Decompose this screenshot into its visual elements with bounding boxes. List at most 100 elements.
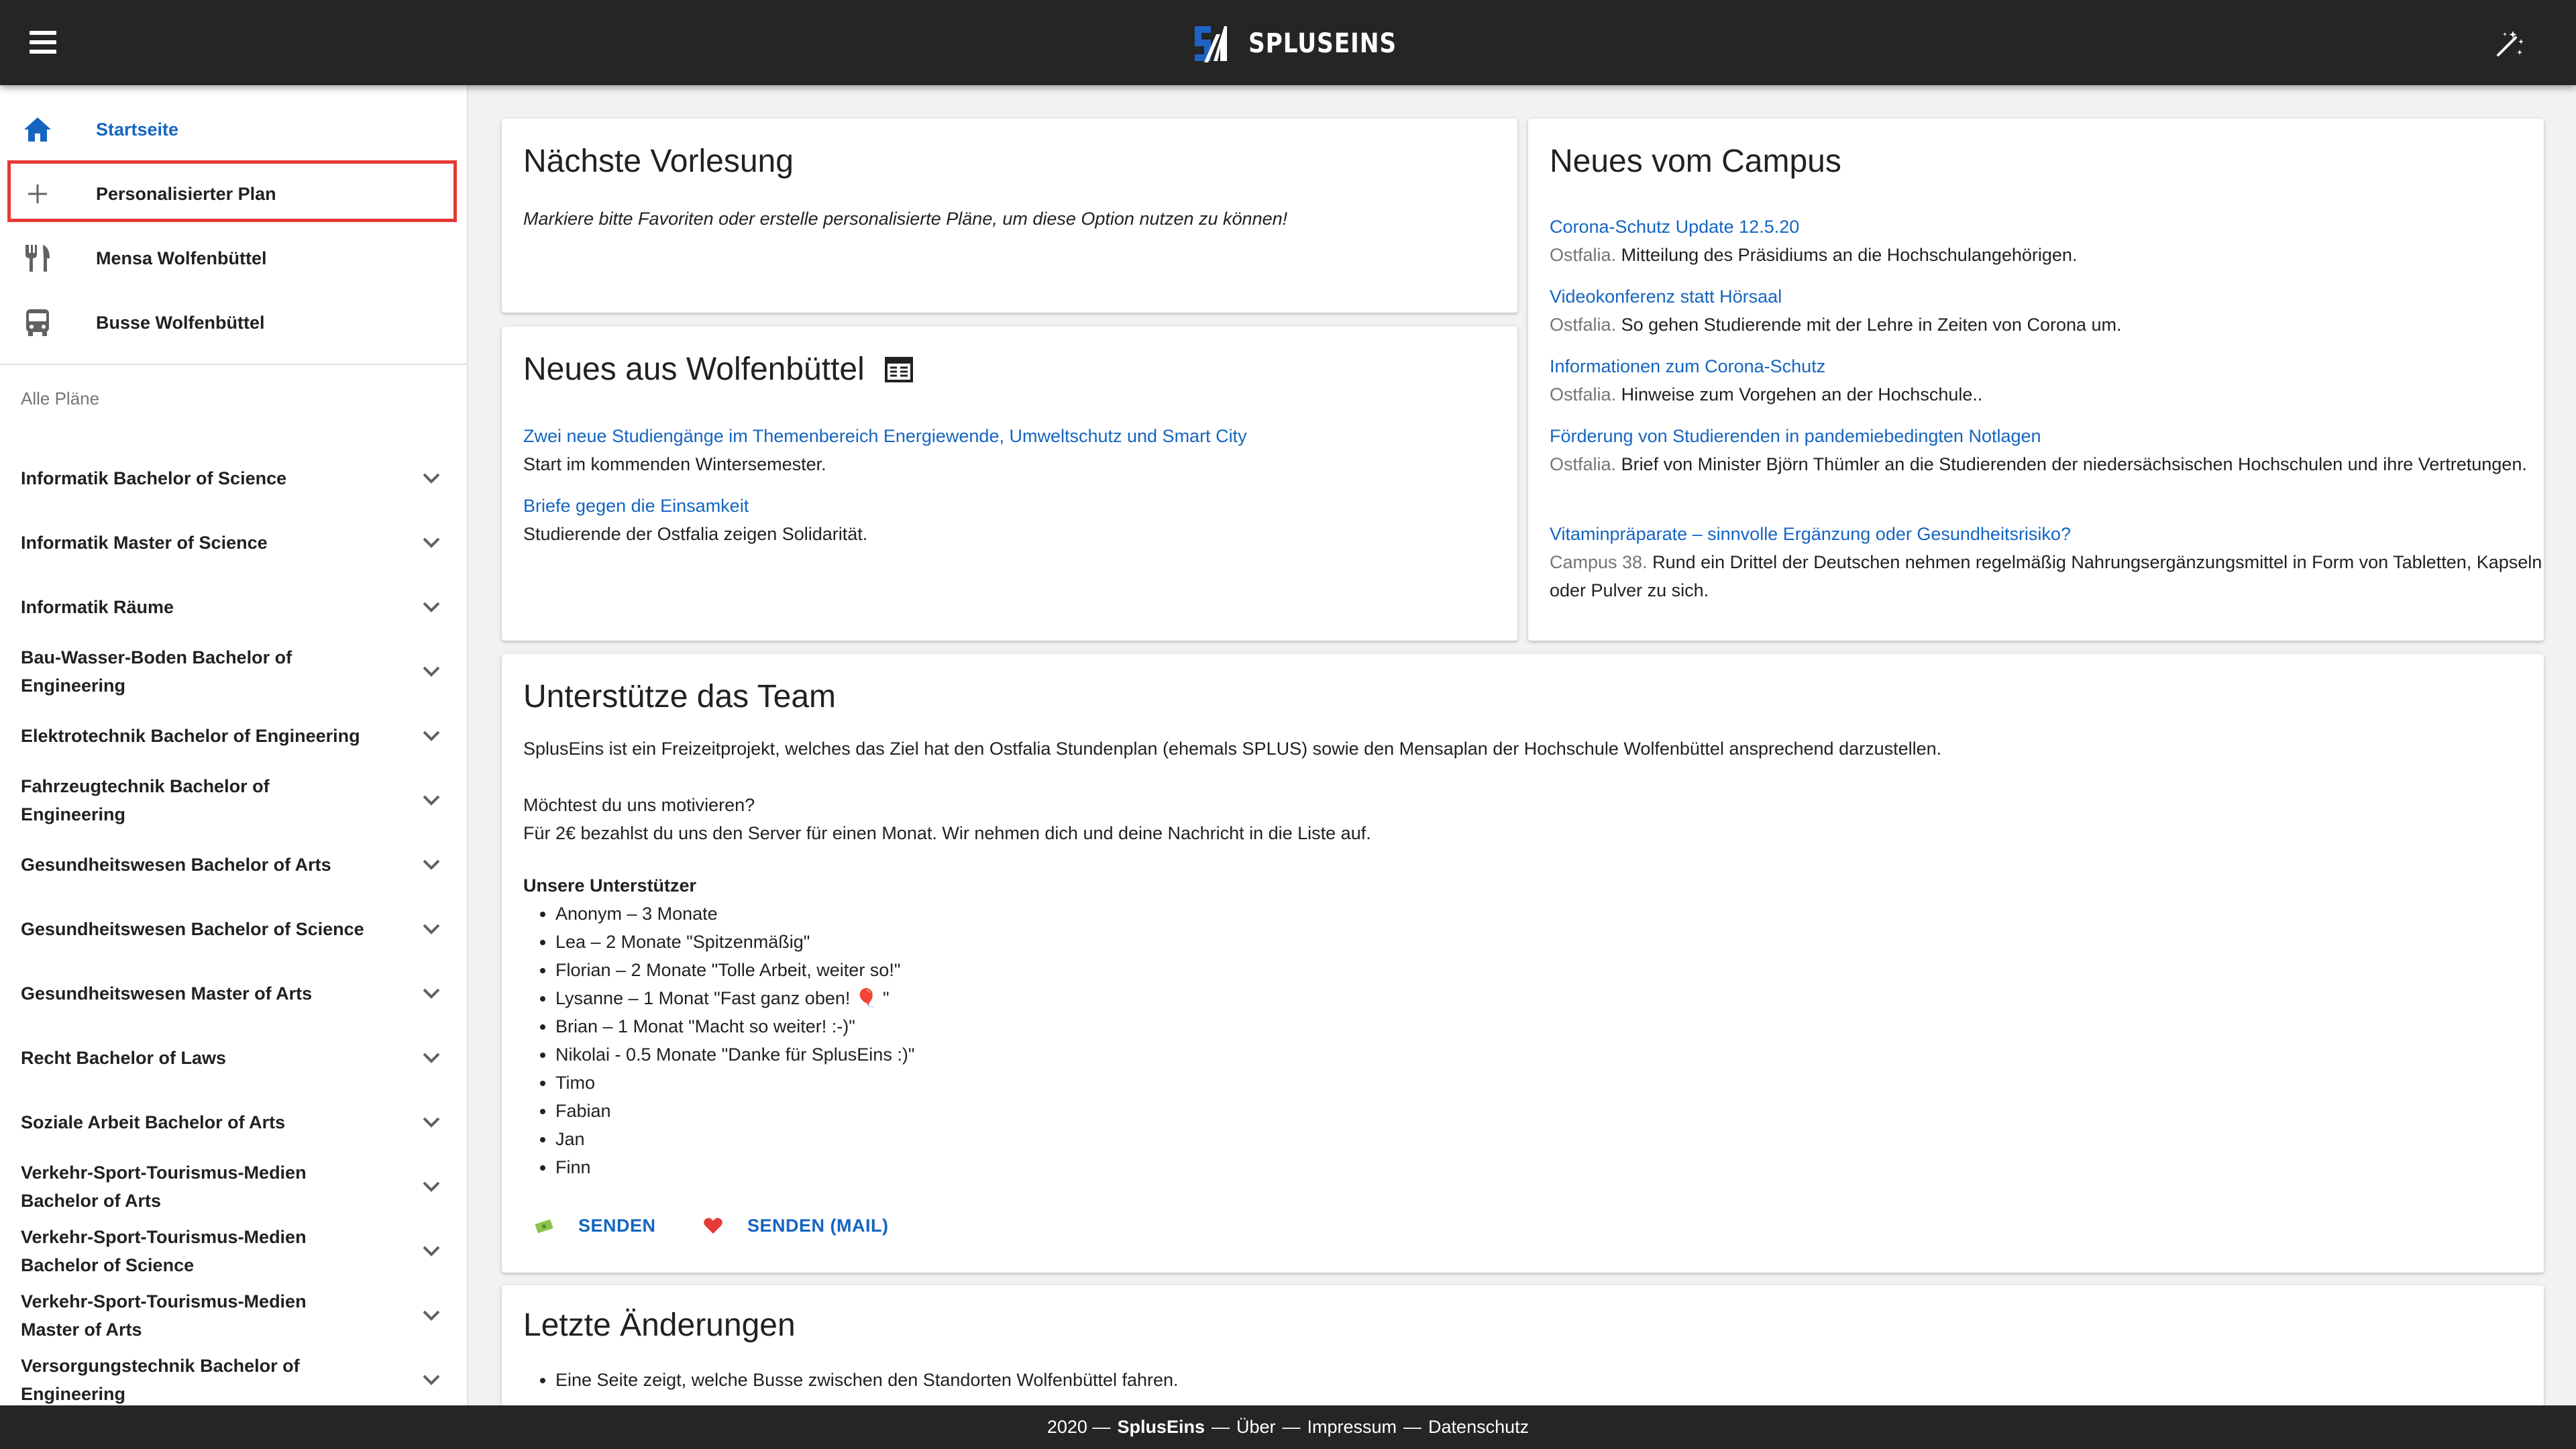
news-link[interactable]: Corona-Schutz Update 12.5.20 xyxy=(1550,213,2542,241)
sidebar-subheader: Alle Pläne xyxy=(21,388,100,409)
changes-list: Eine Seite zeigt, welche Busse zwischen … xyxy=(555,1366,1179,1394)
news-link[interactable]: Briefe gegen die Einsamkeit xyxy=(523,492,1516,520)
plan-label: Soziale Arbeit Bachelor of Arts xyxy=(21,1112,286,1132)
plus-icon xyxy=(21,178,54,210)
news-item: Briefe gegen die Einsamkeit Studierende … xyxy=(523,492,1516,548)
sidebar-plan-item[interactable]: Recht Bachelor of Laws xyxy=(0,1026,467,1090)
supporter-item: Jan xyxy=(555,1125,914,1153)
news-item: Videokonferenz statt Hörsaal Ostfalia. So… xyxy=(1550,282,2542,339)
sidebar-plan-item[interactable]: Informatik Bachelor of Science xyxy=(0,446,467,511)
sidebar-plan-item[interactable]: Gesundheitswesen Master of Arts xyxy=(0,961,467,1026)
send-mail-button-label: SENDEN (MAIL) xyxy=(747,1215,889,1236)
supporter-item: Lea – 2 Monate "Spitzenmäßig" xyxy=(555,928,914,956)
news-link[interactable]: Informationen zum Corona-Schutz xyxy=(1550,352,2542,380)
news-text: Rund ein Drittel der Deutschen nehmen re… xyxy=(1550,552,2542,600)
card-title: Unterstütze das Team xyxy=(523,679,837,714)
plan-label: Versorgungstechnik Bachelor of Engineeri… xyxy=(21,1356,300,1404)
footer-privacy-link[interactable]: Datenschutz xyxy=(1428,1417,1529,1438)
restaurant-icon xyxy=(21,242,54,274)
chevron-down-icon xyxy=(423,1117,440,1128)
sidebar-item-label: Personalisierter Plan xyxy=(96,183,276,204)
chevron-down-icon xyxy=(423,924,440,934)
plan-label: Verkehr-Sport-Tourismus-Medien Bachelor … xyxy=(21,1227,307,1275)
sidebar-item-personalisierter-plan[interactable]: Personalisierter Plan xyxy=(0,162,467,226)
supporters-list: Anonym – 3 MonateLea – 2 Monate "Spitzen… xyxy=(555,900,914,1181)
sidebar-item-startseite[interactable]: Startseite xyxy=(0,97,467,162)
sidebar-plan-item[interactable]: Versorgungstechnik Bachelor of Engineeri… xyxy=(0,1348,467,1405)
footer-about-link[interactable]: Über xyxy=(1236,1417,1276,1438)
chevron-down-icon xyxy=(423,1181,440,1192)
news-text: Brief von Minister Björn Thümler an die … xyxy=(1621,454,2527,474)
support-intro: SplusEins ist ein Freizeitprojekt, welch… xyxy=(523,739,1942,759)
footer-sep: — xyxy=(1403,1417,1422,1437)
footer-year: 2020 — xyxy=(1046,1417,1111,1437)
chevron-down-icon xyxy=(423,988,440,999)
supporter-item: Brian – 1 Monat "Macht so weiter! :-)" xyxy=(555,1012,914,1040)
news-item: Förderung von Studierenden in pandemiebe… xyxy=(1550,422,2542,478)
bus-icon xyxy=(21,307,54,339)
next-lecture-card: Nächste Vorlesung Markiere bitte Favorit… xyxy=(502,119,1517,313)
sidebar-plan-item[interactable]: Verkehr-Sport-Tourismus-Medien Bachelor … xyxy=(0,1155,467,1219)
news-link[interactable]: Förderung von Studierenden in pandemiebe… xyxy=(1550,422,2542,450)
theme-toggle-icon[interactable] xyxy=(2493,27,2526,60)
chevron-down-icon xyxy=(423,666,440,677)
news-link[interactable]: Vitaminpräparate – sinnvolle Ergänzung o… xyxy=(1550,520,2542,548)
news-item: Zwei neue Studiengänge im Themenbereich … xyxy=(523,422,1516,478)
heart-icon xyxy=(704,1218,722,1234)
chevron-down-icon xyxy=(423,1246,440,1256)
news-text: Mitteilung des Präsidiums an die Hochsch… xyxy=(1621,245,2078,265)
sidebar-plan-item[interactable]: Verkehr-Sport-Tourismus-Medien Bachelor … xyxy=(0,1219,467,1283)
sidebar-item-label: Busse Wolfenbüttel xyxy=(96,312,265,333)
next-lecture-message: Markiere bitte Favoriten oder erstelle p… xyxy=(523,209,1288,229)
support-card: Unterstütze das Team SplusEins ist ein F… xyxy=(502,654,2544,1273)
footer-sep: — xyxy=(1282,1417,1301,1437)
news-link[interactable]: Videokonferenz statt Hörsaal xyxy=(1550,282,2542,311)
sidebar-plan-item[interactable]: Soziale Arbeit Bachelor of Arts xyxy=(0,1090,467,1155)
sidebar-plan-item[interactable]: Verkehr-Sport-Tourismus-Medien Master of… xyxy=(0,1283,467,1348)
sidebar-item-label: Startseite xyxy=(96,119,179,140)
sidebar-plan-item[interactable]: Fahrzeugtechnik Bachelor of Engineering xyxy=(0,768,467,833)
plan-label: Fahrzeugtechnik Bachelor of Engineering xyxy=(21,776,270,824)
news-link[interactable]: Zwei neue Studiengänge im Themenbereich … xyxy=(523,422,1516,450)
footer-brand[interactable]: SplusEins xyxy=(1117,1417,1205,1438)
chevron-down-icon xyxy=(423,859,440,870)
campus-news-card: Neues vom Campus Corona-Schutz Update 12… xyxy=(1528,119,2544,641)
sidebar-plan-item[interactable]: Informatik Räume xyxy=(0,575,467,639)
sidebar-item-busse[interactable]: Busse Wolfenbüttel xyxy=(0,290,467,355)
send-button[interactable]: SENDEN xyxy=(534,1207,656,1244)
plan-label: Recht Bachelor of Laws xyxy=(21,1048,227,1068)
plan-label: Bau-Wasser-Boden Bachelor of Engineering xyxy=(21,647,292,696)
menu-icon[interactable] xyxy=(30,25,67,59)
app-bar: SPLUSEINS xyxy=(0,0,2576,85)
sidebar-plan-item[interactable]: Elektrotechnik Bachelor of Engineering xyxy=(0,704,467,768)
plan-label: Informatik Bachelor of Science xyxy=(21,468,287,488)
send-mail-button[interactable]: SENDEN (MAIL) xyxy=(703,1207,889,1244)
chevron-down-icon xyxy=(423,1053,440,1063)
chevron-down-icon xyxy=(423,473,440,484)
sidebar-divider xyxy=(0,364,467,365)
plan-label: Informatik Master of Science xyxy=(21,533,268,553)
brand[interactable]: SPLUSEINS xyxy=(1191,20,1421,67)
news-source: Ostfalia. xyxy=(1550,454,1617,474)
news-text: Hinweise zum Vorgehen an der Hochschule.… xyxy=(1621,384,1983,405)
chevron-down-icon xyxy=(423,602,440,612)
sidebar-plan-item[interactable]: Informatik Master of Science xyxy=(0,511,467,575)
sidebar: Startseite Personalisierter Plan Mensa W… xyxy=(0,85,468,1405)
home-icon xyxy=(21,113,54,146)
footer: 2020 — SplusEins — Über — Impressum — Da… xyxy=(0,1405,2576,1449)
plan-label: Gesundheitswesen Master of Arts xyxy=(21,983,313,1004)
sidebar-plan-item[interactable]: Bau-Wasser-Boden Bachelor of Engineering xyxy=(0,639,467,704)
sidebar-plan-item[interactable]: Gesundheitswesen Bachelor of Science xyxy=(0,897,467,961)
card-title: Nächste Vorlesung xyxy=(523,144,794,179)
sidebar-item-mensa[interactable]: Mensa Wolfenbüttel xyxy=(0,226,467,290)
news-text: So gehen Studierende mit der Lehre in Ze… xyxy=(1621,315,2122,335)
chevron-down-icon xyxy=(423,731,440,741)
newspaper-icon xyxy=(884,356,913,382)
news-source: Campus 38. xyxy=(1550,552,1648,572)
chevron-down-icon xyxy=(423,1375,440,1385)
news-item: Informationen zum Corona-Schutz Ostfalia.… xyxy=(1550,352,2542,409)
plan-label: Elektrotechnik Bachelor of Engineering xyxy=(21,726,360,746)
footer-imprint-link[interactable]: Impressum xyxy=(1307,1417,1397,1438)
card-title-text: Neues aus Wolfenbüttel xyxy=(523,352,865,387)
sidebar-plan-item[interactable]: Gesundheitswesen Bachelor of Arts xyxy=(0,833,467,897)
